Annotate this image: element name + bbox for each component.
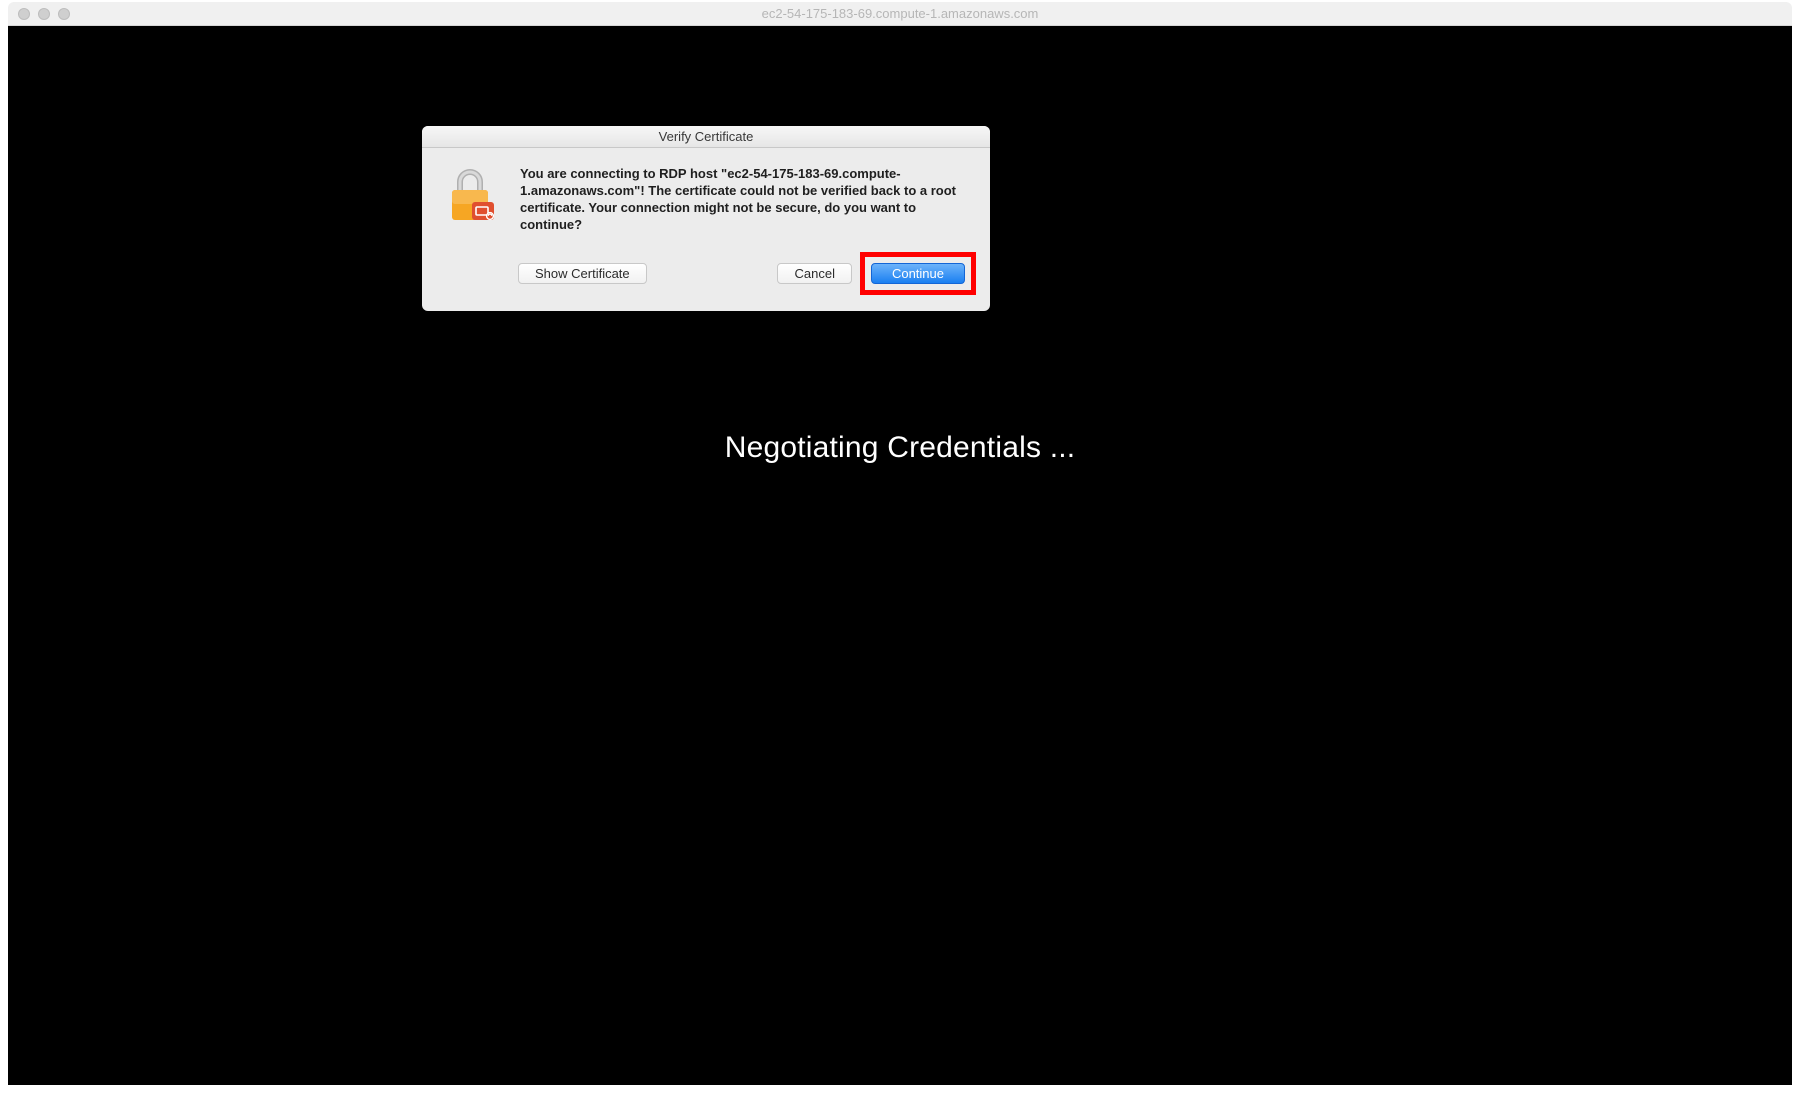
window-zoom-button[interactable] bbox=[58, 8, 70, 20]
lock-certificate-icon bbox=[442, 166, 502, 230]
dialog-title: Verify Certificate bbox=[422, 126, 990, 148]
window-titlebar[interactable]: ec2-54-175-183-69.compute-1.amazonaws.co… bbox=[8, 2, 1792, 26]
cancel-button[interactable]: Cancel bbox=[777, 263, 851, 284]
dialog-button-row: Show Certificate Cancel Continue bbox=[422, 246, 990, 311]
remote-session-canvas: Negotiating Credentials ... Verify Certi… bbox=[8, 26, 1792, 1085]
dialog-body: You are connecting to RDP host "ec2-54-1… bbox=[422, 148, 990, 246]
show-certificate-button[interactable]: Show Certificate bbox=[518, 263, 647, 284]
connection-status-text: Negotiating Credentials ... bbox=[8, 431, 1792, 465]
window-minimize-button[interactable] bbox=[38, 8, 50, 20]
annotation-highlight: Continue bbox=[860, 252, 976, 295]
traffic-lights bbox=[8, 8, 70, 20]
verify-certificate-dialog: Verify Certificate bbox=[422, 126, 990, 311]
window-close-button[interactable] bbox=[18, 8, 30, 20]
continue-button[interactable]: Continue bbox=[871, 263, 965, 284]
application-window: ec2-54-175-183-69.compute-1.amazonaws.co… bbox=[0, 0, 1800, 1095]
dialog-message: You are connecting to RDP host "ec2-54-1… bbox=[520, 166, 970, 234]
window-title: ec2-54-175-183-69.compute-1.amazonaws.co… bbox=[8, 6, 1792, 21]
